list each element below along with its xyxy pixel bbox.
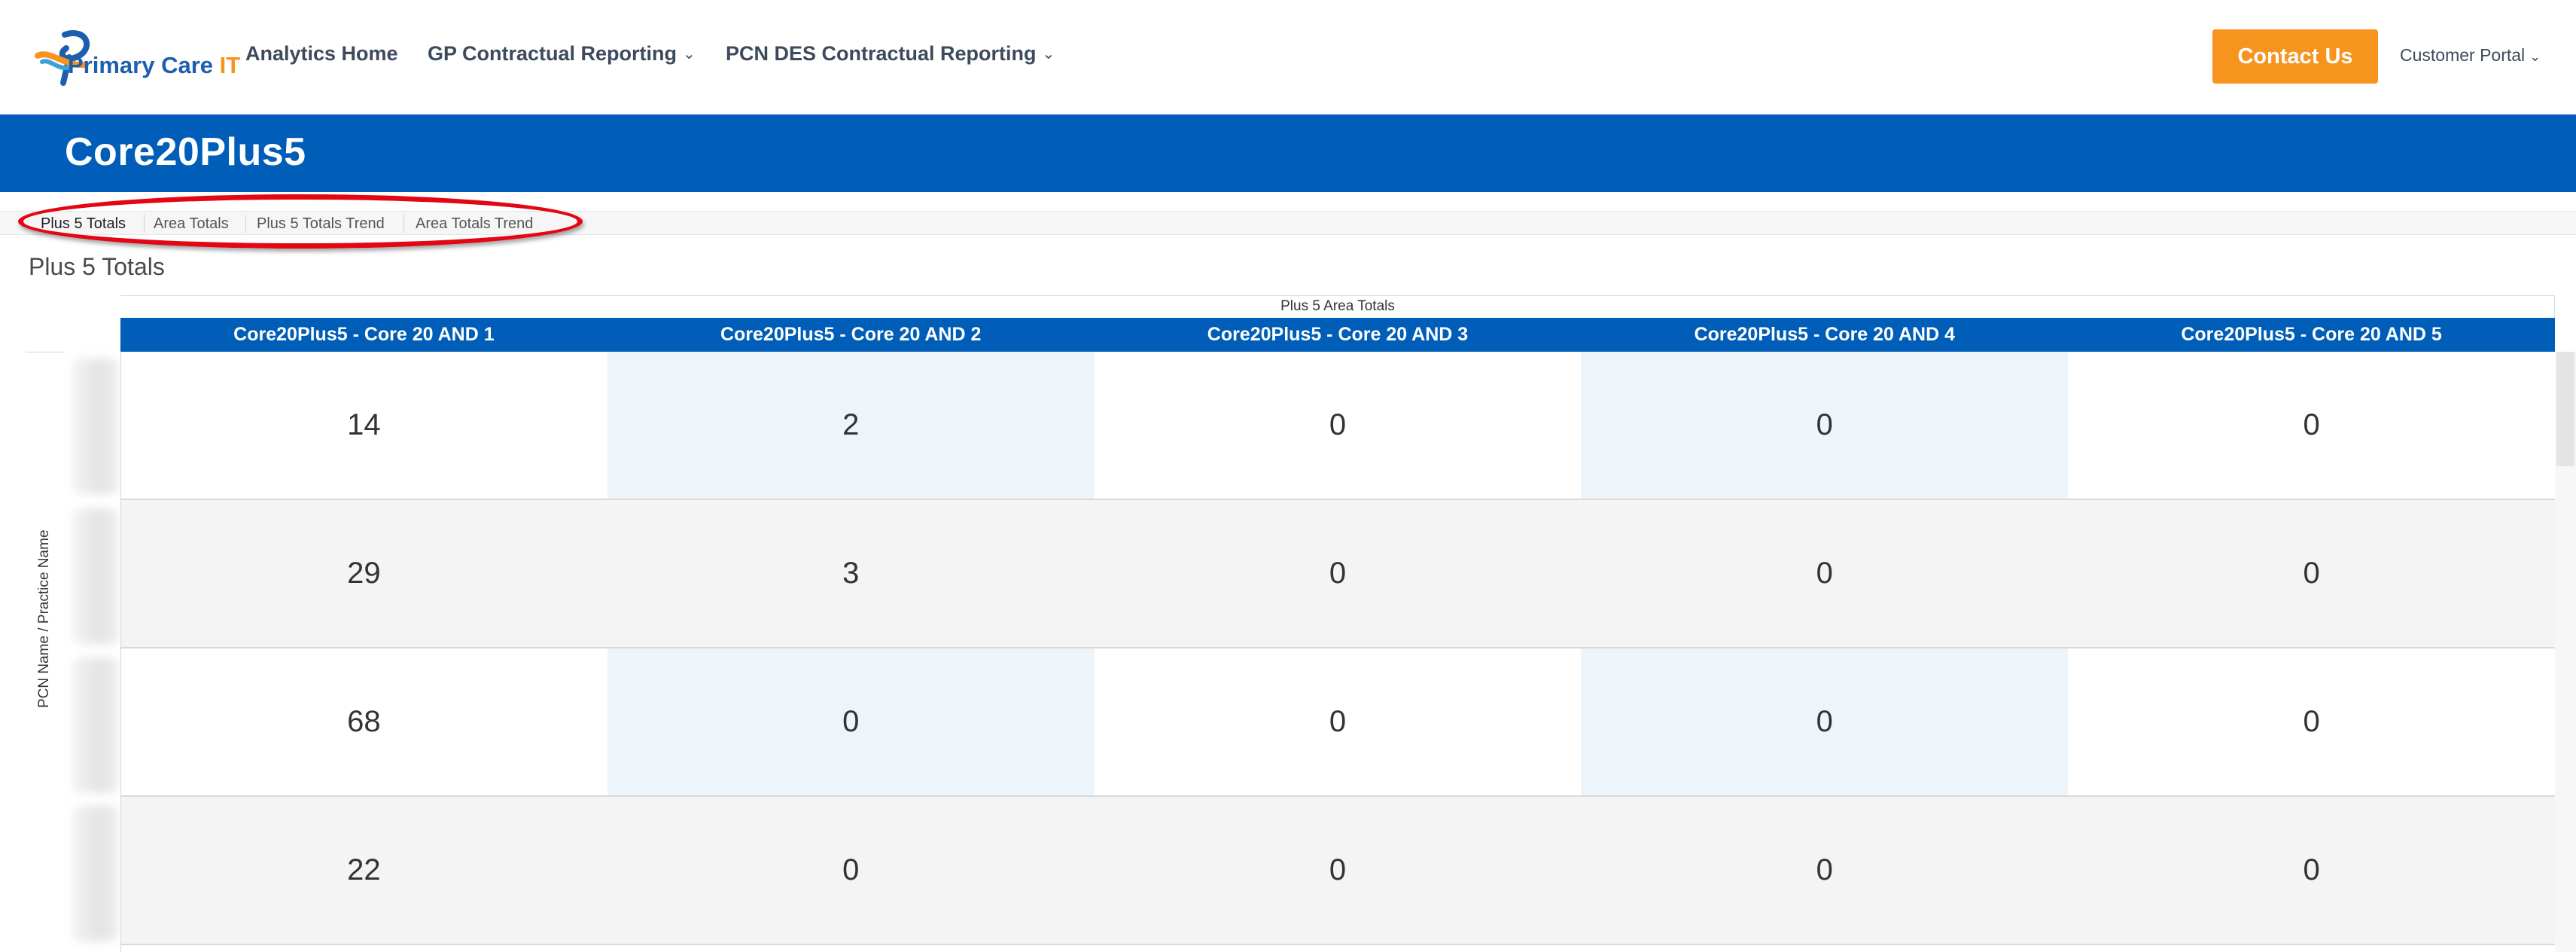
column-header[interactable]: Core20Plus5 - Core 20 AND 2 xyxy=(607,318,1095,352)
contact-us-button[interactable]: Contact Us xyxy=(2212,29,2378,84)
primary-care-it-logo[interactable]: Primary Care IT xyxy=(35,27,240,87)
redacted-row-label xyxy=(72,359,119,494)
table-cell[interactable]: 29 xyxy=(120,500,607,647)
table-row[interactable]: 68 0 0 0 0 xyxy=(120,648,2555,797)
table-row[interactable]: 22 0 0 0 0 xyxy=(120,797,2555,945)
chevron-down-icon: ⌄ xyxy=(1042,46,1055,63)
data-table: 14 2 0 0 0 29 3 0 0 0 68 0 0 0 0 22 0 0 … xyxy=(120,352,2555,945)
table-cell[interactable]: 0 xyxy=(1095,797,1582,944)
column-header-row: Core20Plus5 - Core 20 AND 1 Core20Plus5 … xyxy=(120,318,2555,352)
column-header[interactable]: Core20Plus5 - Core 20 AND 3 xyxy=(1095,318,1582,352)
nav-analytics-home-label: Analytics Home xyxy=(245,42,398,65)
table-row[interactable]: 14 2 0 0 0 xyxy=(120,352,2555,500)
table-cell[interactable]: 0 xyxy=(2068,500,2555,647)
customer-portal-label: Customer Portal xyxy=(2400,45,2526,65)
row-axis-divider xyxy=(120,352,121,952)
column-group-divider xyxy=(120,295,2555,296)
table-cell[interactable]: 0 xyxy=(2068,352,2555,499)
table-cell[interactable]: 0 xyxy=(1095,352,1582,499)
nav-gp-contractual-reporting[interactable]: GP Contractual Reporting ⌄ xyxy=(428,42,696,66)
chevron-down-icon: ⌄ xyxy=(2529,49,2541,64)
table-cell[interactable]: 0 xyxy=(1581,500,2069,647)
logo-text-it: IT xyxy=(219,52,241,78)
table-cell[interactable]: 0 xyxy=(2068,797,2555,944)
table-cell[interactable]: 0 xyxy=(1095,500,1582,647)
table-cell[interactable]: 0 xyxy=(2068,648,2555,795)
redacted-row-label xyxy=(72,508,119,644)
table-cell[interactable]: 22 xyxy=(120,797,607,944)
column-group-title: Plus 5 Area Totals xyxy=(1280,298,1395,314)
tab-highlight-annotation xyxy=(18,194,583,249)
nav-pcn-des-contractual-reporting[interactable]: PCN DES Contractual Reporting ⌄ xyxy=(726,42,1055,66)
column-header[interactable]: Core20Plus5 - Core 20 AND 5 xyxy=(2068,318,2555,352)
nav-pcn-des-contractual-reporting-label: PCN DES Contractual Reporting xyxy=(726,42,1037,65)
table-cell[interactable]: 0 xyxy=(1095,648,1582,795)
chevron-down-icon: ⌄ xyxy=(683,46,696,63)
logo-text: Primary Care IT xyxy=(68,52,240,79)
table-cell[interactable]: 68 xyxy=(120,648,607,795)
table-cell[interactable]: 2 xyxy=(607,352,1095,499)
top-navigation: Primary Care IT Analytics Home GP Contra… xyxy=(0,0,2576,114)
scrollbar-thumb[interactable] xyxy=(2556,352,2574,466)
redacted-row-label xyxy=(72,806,119,941)
table-cell[interactable]: 0 xyxy=(607,797,1095,944)
table-cell[interactable]: 0 xyxy=(1581,352,2069,499)
nav-gp-contractual-reporting-label: GP Contractual Reporting xyxy=(428,42,677,65)
table-cell[interactable]: 0 xyxy=(607,648,1095,795)
row-axis-label: PCN Name / Practice Name xyxy=(36,529,52,708)
table-cell[interactable]: 3 xyxy=(607,500,1095,647)
column-header[interactable]: Core20Plus5 - Core 20 AND 1 xyxy=(120,318,607,352)
redacted-row-label xyxy=(72,658,119,793)
viz-title: Plus 5 Totals xyxy=(29,253,165,280)
nav-analytics-home[interactable]: Analytics Home xyxy=(245,42,398,66)
column-header[interactable]: Core20Plus5 - Core 20 AND 4 xyxy=(1581,318,2068,352)
logo-text-primary: Primary Care xyxy=(68,52,214,78)
table-row[interactable]: 29 3 0 0 0 xyxy=(120,500,2555,648)
table-cell[interactable]: 0 xyxy=(1581,648,2069,795)
page-banner: Core20Plus5 xyxy=(0,114,2576,192)
table-cell[interactable]: 14 xyxy=(120,352,607,499)
page-title: Core20Plus5 xyxy=(65,130,306,174)
customer-portal-menu[interactable]: Customer Portal ⌄ xyxy=(2400,45,2541,66)
table-cell[interactable]: 0 xyxy=(1581,797,2069,944)
